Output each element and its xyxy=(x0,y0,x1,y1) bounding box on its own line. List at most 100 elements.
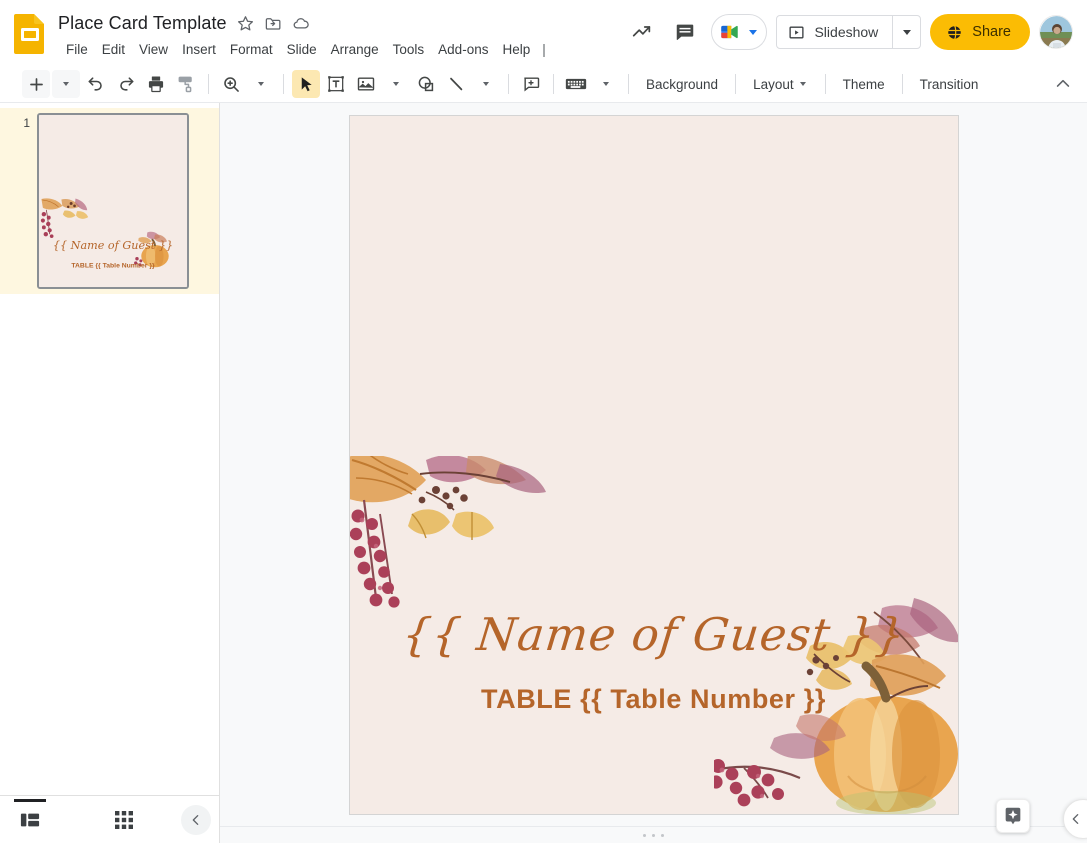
canvas-viewport: {{ Name of Guest }} TABLE {{ Table Numbe… xyxy=(220,103,1087,826)
collapse-toolbar-button[interactable] xyxy=(1049,70,1077,98)
present-play-icon xyxy=(788,24,805,41)
chevron-down-icon xyxy=(258,82,264,86)
layout-label: Layout xyxy=(753,77,794,92)
print-button[interactable] xyxy=(142,70,170,98)
top-header-bar: Place Card Template File Edit xyxy=(0,0,1087,66)
menu-tools[interactable]: Tools xyxy=(386,39,432,60)
grid-view-icon xyxy=(115,811,133,829)
redo-button[interactable] xyxy=(112,70,140,98)
input-tools-keyboard-icon[interactable] xyxy=(562,70,590,98)
toolbar-divider xyxy=(628,74,629,94)
undo-button[interactable] xyxy=(82,70,110,98)
toolbar-divider xyxy=(508,74,509,94)
main-toolbar: Background Layout Theme Transition xyxy=(0,66,1087,103)
menu-arrange[interactable]: Arrange xyxy=(324,39,386,60)
comment-history-icon[interactable] xyxy=(668,15,702,49)
menu-overflow[interactable]: | xyxy=(537,39,551,60)
svg-text:{{ Name of Guest }}: {{ Name of Guest }} xyxy=(53,239,173,252)
google-meet-icon xyxy=(719,21,745,43)
new-slide-button[interactable] xyxy=(22,70,50,98)
chevron-left-icon xyxy=(1068,811,1084,827)
slides-logo-icon[interactable] xyxy=(12,12,48,52)
insert-line-options-button[interactable] xyxy=(472,70,500,98)
share-label: Share xyxy=(972,24,1011,40)
insert-shape-button[interactable] xyxy=(412,70,440,98)
title-row: Place Card Template xyxy=(58,10,551,36)
table-number-textbox[interactable]: TABLE {{ Table Number }} xyxy=(350,684,958,715)
filmstrip-view-icon xyxy=(20,811,40,829)
transition-button[interactable]: Transition xyxy=(911,70,988,98)
insert-image-button[interactable] xyxy=(352,70,380,98)
paint-format-button[interactable] xyxy=(172,70,200,98)
svg-text:TABLE {{ Table Number }}: TABLE {{ Table Number }} xyxy=(71,262,155,269)
slide-thumbnail-row[interactable]: 1 xyxy=(0,108,219,294)
slideshow-button[interactable]: Slideshow xyxy=(777,16,892,48)
add-comment-button[interactable] xyxy=(517,70,545,98)
input-tools-options-button[interactable] xyxy=(592,70,620,98)
grid-view-button[interactable] xyxy=(102,800,146,840)
slide-list: 1 xyxy=(0,103,219,795)
slideshow-options-button[interactable] xyxy=(892,16,920,48)
star-icon[interactable] xyxy=(236,14,255,33)
menu-edit[interactable]: Edit xyxy=(95,39,132,60)
toolbar-divider xyxy=(208,74,209,94)
menu-help[interactable]: Help xyxy=(495,39,537,60)
chevron-down-icon xyxy=(483,82,489,86)
theme-button[interactable]: Theme xyxy=(834,70,894,98)
menu-slide[interactable]: Slide xyxy=(280,39,324,60)
chevron-down-icon xyxy=(603,82,609,86)
background-button[interactable]: Background xyxy=(637,70,727,98)
menu-format[interactable]: Format xyxy=(223,39,280,60)
slide-canvas-area: {{ Name of Guest }} TABLE {{ Table Numbe… xyxy=(220,103,1087,843)
google-meet-button[interactable] xyxy=(711,14,767,50)
toolbar-divider xyxy=(553,74,554,94)
slideshow-label: Slideshow xyxy=(814,24,878,40)
header-actions: Slideshow Share xyxy=(625,8,1077,50)
chevron-down-icon xyxy=(63,82,69,86)
account-avatar[interactable] xyxy=(1039,15,1073,49)
explore-button[interactable] xyxy=(996,799,1030,833)
chevron-down-icon xyxy=(800,82,806,86)
canvas-bottom-handle[interactable] xyxy=(220,826,1087,843)
title-and-menus: Place Card Template File Edit xyxy=(58,8,551,60)
toolbar-divider xyxy=(902,74,903,94)
chevron-down-icon xyxy=(903,30,911,35)
guest-name-textbox[interactable]: {{ Name of Guest }} xyxy=(349,608,959,661)
new-slide-options-button[interactable] xyxy=(52,70,80,98)
slideshow-button-group: Slideshow xyxy=(776,15,921,49)
editor-body: 1 xyxy=(0,103,1087,843)
zoom-button[interactable] xyxy=(217,70,245,98)
menu-insert[interactable]: Insert xyxy=(175,39,223,60)
activity-dashboard-icon[interactable] xyxy=(625,15,659,49)
drag-handle-dots-icon xyxy=(643,834,664,837)
menu-view[interactable]: View xyxy=(132,39,175,60)
filmstrip-view-button[interactable] xyxy=(8,800,52,840)
insert-image-options-button[interactable] xyxy=(382,70,410,98)
slide-thumbnail-1[interactable]: {{ Name of Guest }} TABLE {{ Table Numbe… xyxy=(37,113,189,289)
collapse-filmstrip-button[interactable] xyxy=(181,805,211,835)
slide-editor-card[interactable]: {{ Name of Guest }} TABLE {{ Table Numbe… xyxy=(349,115,959,815)
explore-sparkle-icon xyxy=(1002,805,1024,827)
chevron-left-icon xyxy=(188,812,204,828)
toolbar-divider xyxy=(825,74,826,94)
share-globe-lock-icon xyxy=(945,23,964,42)
toolbar-divider xyxy=(283,74,284,94)
select-tool-button[interactable] xyxy=(292,70,320,98)
insert-line-button[interactable] xyxy=(442,70,470,98)
slide-filmstrip-panel: 1 xyxy=(0,103,220,843)
zoom-options-button[interactable] xyxy=(247,70,275,98)
slide-number: 1 xyxy=(0,113,30,130)
text-box-button[interactable] xyxy=(322,70,350,98)
menu-add-ons[interactable]: Add-ons xyxy=(431,39,495,60)
chevron-down-icon xyxy=(393,82,399,86)
menu-file[interactable]: File xyxy=(59,39,95,60)
share-button[interactable]: Share xyxy=(930,14,1030,50)
filmstrip-bottom-bar xyxy=(0,795,219,843)
chevron-down-icon xyxy=(749,30,757,35)
menu-bar: File Edit View Insert Format Slide Arran… xyxy=(59,39,551,60)
toolbar-divider xyxy=(735,74,736,94)
page-title[interactable]: Place Card Template xyxy=(58,13,227,34)
layout-button[interactable]: Layout xyxy=(744,70,817,98)
move-to-folder-icon[interactable] xyxy=(264,14,283,33)
cloud-saved-icon[interactable] xyxy=(292,14,311,33)
